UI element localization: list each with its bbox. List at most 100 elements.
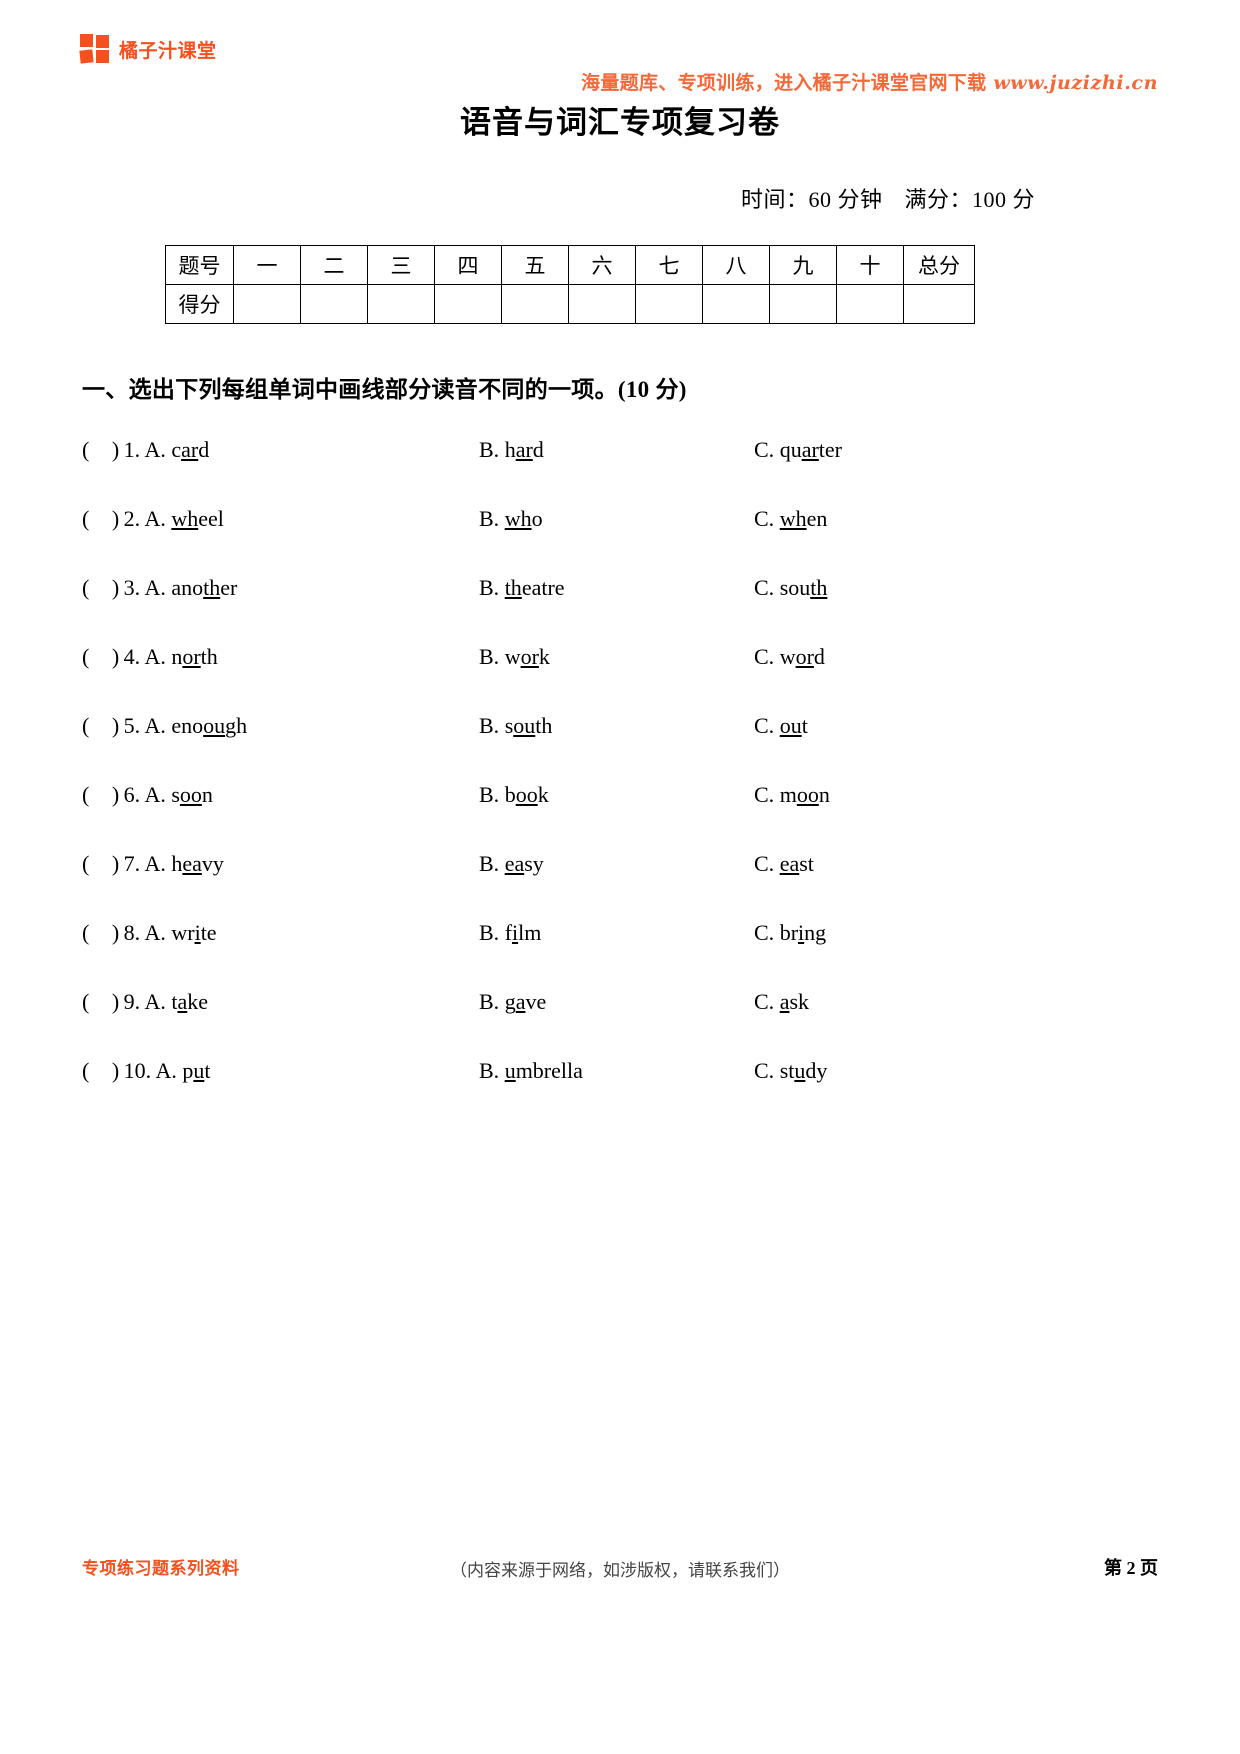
option-c-9[interactable]: C. ask bbox=[754, 989, 809, 1015]
answer-blank-1[interactable]: () bbox=[82, 437, 120, 462]
question-lead-8: () 8. A. write bbox=[82, 920, 217, 946]
brand: 橘子汁课堂 bbox=[79, 34, 217, 64]
question-lead-1: () 1. A. card bbox=[82, 437, 209, 463]
question-number-4: 4. bbox=[123, 644, 141, 669]
brand-name: 橘子汁课堂 bbox=[119, 39, 217, 62]
score-cell-1[interactable] bbox=[233, 284, 301, 324]
table-row-question-numbers: 题号 一 二 三 四 五 六 七 八 九 十 总分 bbox=[165, 245, 975, 285]
question-number-9: 9. bbox=[123, 989, 141, 1014]
question-number-1: 1. bbox=[123, 437, 141, 462]
option-a-2[interactable]: A. wheel bbox=[144, 506, 223, 531]
option-a-5[interactable]: A. enoough bbox=[144, 713, 247, 738]
score-table-col-1: 一 bbox=[233, 245, 301, 285]
header-tagline-url[interactable]: www.juzizhi.cn bbox=[993, 72, 1158, 94]
answer-blank-2[interactable]: () bbox=[82, 506, 120, 531]
option-b-4[interactable]: B. work bbox=[479, 644, 550, 670]
option-a-3[interactable]: A. another bbox=[144, 575, 237, 600]
option-c-8[interactable]: C. bring bbox=[754, 920, 826, 946]
option-a-1[interactable]: A. card bbox=[144, 437, 209, 462]
question-number-5: 5. bbox=[123, 713, 141, 738]
score-table-col-8: 八 bbox=[702, 245, 770, 285]
option-c-7[interactable]: C. east bbox=[754, 851, 814, 877]
option-b-8[interactable]: B. film bbox=[479, 920, 541, 946]
question-item-3: () 3. A. another B. theatre C. south bbox=[82, 575, 1082, 644]
option-c-6[interactable]: C. moon bbox=[754, 782, 830, 808]
answer-blank-7[interactable]: () bbox=[82, 851, 120, 876]
answer-blank-9[interactable]: () bbox=[82, 989, 120, 1014]
option-c-2[interactable]: C. when bbox=[754, 506, 827, 532]
answer-blank-6[interactable]: () bbox=[82, 782, 120, 807]
page-footer: 专项练习题系列资料 （内容来源于网络，如涉版权，请联系我们） 第 2 页 bbox=[0, 1554, 1240, 1584]
question-number-2: 2. bbox=[123, 506, 141, 531]
question-item-2: () 2. A. wheel B. who C. when bbox=[82, 506, 1082, 575]
question-lead-6: () 6. A. soon bbox=[82, 782, 213, 808]
option-b-9[interactable]: B. gave bbox=[479, 989, 546, 1015]
option-c-4[interactable]: C. word bbox=[754, 644, 825, 670]
score-table-col-2: 二 bbox=[300, 245, 368, 285]
option-c-3[interactable]: C. south bbox=[754, 575, 827, 601]
option-c-10[interactable]: C. study bbox=[754, 1058, 827, 1084]
question-item-7: () 7. A. heavy B. easy C. east bbox=[82, 851, 1082, 920]
question-number-8: 8. bbox=[123, 920, 141, 945]
score-cell-5[interactable] bbox=[501, 284, 569, 324]
score-cell-10[interactable] bbox=[836, 284, 904, 324]
answer-blank-5[interactable]: () bbox=[82, 713, 120, 738]
score-cell-total[interactable] bbox=[903, 284, 975, 324]
score-table: 题号 一 二 三 四 五 六 七 八 九 十 总分 得分 bbox=[165, 245, 975, 324]
option-b-3[interactable]: B. theatre bbox=[479, 575, 565, 601]
score-cell-2[interactable] bbox=[300, 284, 368, 324]
question-item-1: () 1. A. card B. hard C. quarter bbox=[82, 437, 1082, 506]
question-lead-3: () 3. A. another bbox=[82, 575, 237, 601]
option-b-7[interactable]: B. easy bbox=[479, 851, 544, 877]
question-number-6: 6. bbox=[123, 782, 141, 807]
score-cell-7[interactable] bbox=[635, 284, 703, 324]
option-b-2[interactable]: B. who bbox=[479, 506, 543, 532]
score-table-col-6: 六 bbox=[568, 245, 636, 285]
question-list: () 1. A. card B. hard C. quarter () 2. A. … bbox=[82, 437, 1082, 1127]
question-number-7: 7. bbox=[123, 851, 141, 876]
score-table-col-10: 十 bbox=[836, 245, 904, 285]
score-table-row-label-1: 题号 bbox=[165, 245, 234, 285]
option-c-1[interactable]: C. quarter bbox=[754, 437, 842, 463]
score-table-col-3: 三 bbox=[367, 245, 435, 285]
score-table-col-total: 总分 bbox=[903, 245, 975, 285]
score-cell-3[interactable] bbox=[367, 284, 435, 324]
question-number-10: 10. bbox=[123, 1058, 152, 1083]
option-b-1[interactable]: B. hard bbox=[479, 437, 544, 463]
option-c-5[interactable]: C. out bbox=[754, 713, 808, 739]
page-number: 第 2 页 bbox=[1104, 1558, 1158, 1578]
score-table-col-9: 九 bbox=[769, 245, 837, 285]
option-b-5[interactable]: B. south bbox=[479, 713, 552, 739]
page-title: 语音与词汇专项复习卷 bbox=[460, 105, 780, 140]
page-header: 橘子汁课堂 海量题库、专项训练，进入橘子汁课堂官网下载 www.juzizhi.… bbox=[0, 30, 1240, 94]
header-tagline-text: 海量题库、专项训练，进入橘子汁课堂官网下载 bbox=[581, 72, 987, 94]
score-cell-9[interactable] bbox=[769, 284, 837, 324]
score-cell-6[interactable] bbox=[568, 284, 636, 324]
exam-time: 时间：60 分钟 bbox=[740, 187, 883, 212]
question-item-5: () 5. A. enoough B. south C. out bbox=[82, 713, 1082, 782]
option-a-8[interactable]: A. write bbox=[144, 920, 216, 945]
option-a-10[interactable]: A. put bbox=[155, 1058, 210, 1083]
option-a-7[interactable]: A. heavy bbox=[144, 851, 223, 876]
score-table-row-label-2: 得分 bbox=[165, 284, 234, 324]
score-cell-8[interactable] bbox=[702, 284, 770, 324]
four-square-grid-icon bbox=[79, 34, 110, 64]
score-table-col-5: 五 bbox=[501, 245, 569, 285]
score-table-col-4: 四 bbox=[434, 245, 502, 285]
answer-blank-3[interactable]: () bbox=[82, 575, 120, 600]
header-tagline: 海量题库、专项训练，进入橘子汁课堂官网下载 www.juzizhi.cn bbox=[581, 68, 1158, 95]
question-lead-9: () 9. A. take bbox=[82, 989, 208, 1015]
score-cell-4[interactable] bbox=[434, 284, 502, 324]
option-b-10[interactable]: B. umbrella bbox=[479, 1058, 583, 1084]
answer-blank-8[interactable]: () bbox=[82, 920, 120, 945]
answer-blank-10[interactable]: () bbox=[82, 1058, 120, 1083]
option-a-4[interactable]: A. north bbox=[144, 644, 217, 669]
option-a-9[interactable]: A. take bbox=[144, 989, 208, 1014]
question-item-4: () 4. A. north B. work C. word bbox=[82, 644, 1082, 713]
option-a-6[interactable]: A. soon bbox=[144, 782, 212, 807]
question-number-3: 3. bbox=[123, 575, 141, 600]
option-b-6[interactable]: B. book bbox=[479, 782, 549, 808]
answer-blank-4[interactable]: () bbox=[82, 644, 120, 669]
question-item-8: () 8. A. write B. film C. bring bbox=[82, 920, 1082, 989]
exam-paper-page: 橘子汁课堂 海量题库、专项训练，进入橘子汁课堂官网下载 www.juzizhi.… bbox=[0, 0, 1240, 1754]
